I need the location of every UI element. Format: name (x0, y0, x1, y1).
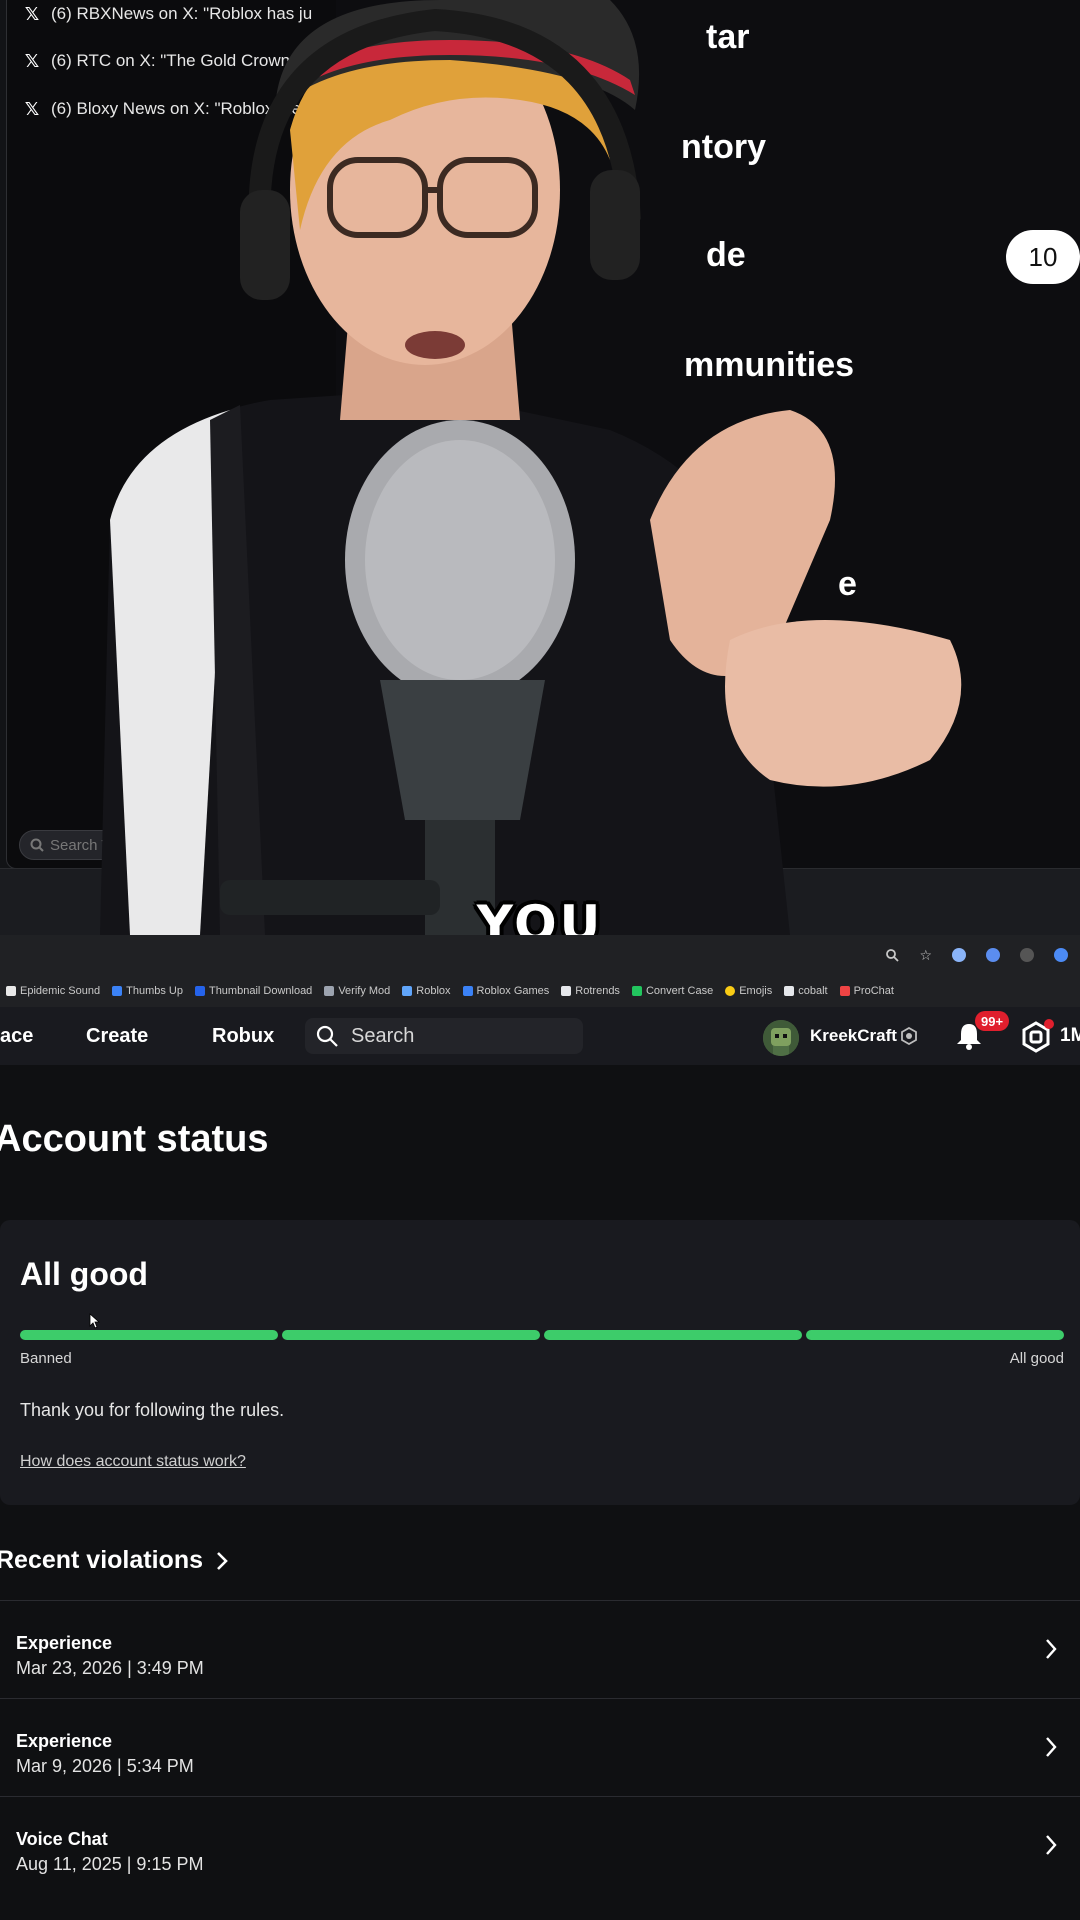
meter-label-all-good: All good (1009, 1350, 1064, 1367)
robux-balance[interactable]: 1M (1060, 1007, 1080, 1065)
bookmark-item[interactable]: Thumbnail Download (194, 985, 313, 997)
bookmark-label: ProChat (853, 985, 894, 997)
search-icon (30, 838, 44, 852)
bookmark-label: Thumbnail Download (208, 985, 313, 997)
violations-list: Experience Mar 23, 2026 | 3:49 PM Experi… (0, 1600, 1080, 1894)
bookmark-icon (561, 986, 572, 996)
recent-violations-title: Recent violations (0, 1546, 203, 1574)
notification-count-badge: 99+ (975, 1011, 1010, 1031)
bookmark-icon (194, 986, 205, 996)
violation-date: Aug 11, 2025 | 9:15 PM (16, 1854, 204, 1874)
emoji-icon (725, 986, 736, 996)
search-input[interactable] (349, 1023, 553, 1049)
violation-row[interactable]: Experience Mar 9, 2026 | 5:34 PM (0, 1698, 1080, 1796)
x-logo-icon: 𝕏 (24, 98, 40, 119)
violation-row[interactable]: Experience Mar 23, 2026 | 3:49 PM (0, 1600, 1080, 1698)
meter-segment (544, 1330, 802, 1340)
bookmark-icon (112, 986, 123, 996)
bookmark-label: Emojis (739, 985, 773, 997)
status-message: Thank you for following the rules. (20, 1400, 285, 1420)
chevron-right-icon (217, 1551, 228, 1570)
avatar[interactable] (763, 1020, 799, 1056)
meter-label-banned: Banned (20, 1350, 72, 1367)
chevron-right-icon (1046, 1835, 1057, 1855)
avatar-image (763, 1020, 799, 1056)
bookmark-item[interactable]: Convert Case (631, 985, 714, 997)
bookmark-label: Verify Mod (338, 985, 391, 997)
webcam-feed (100, 0, 962, 935)
x-logo-icon: 𝕏 (24, 50, 40, 71)
bookmark-icon (402, 986, 413, 996)
account-status-help-link[interactable]: How does account status work? (20, 1453, 246, 1471)
meter-segment (282, 1330, 540, 1340)
extension-icon[interactable] (1020, 948, 1034, 962)
browser-chrome: ☆ Epidemic Sound Thumbs Up Thumbnail Dow… (0, 935, 1080, 1007)
bookmark-item[interactable]: ProChat (839, 985, 894, 997)
chevron-right-icon (1046, 1639, 1057, 1659)
mouse-cursor-icon (89, 1313, 101, 1329)
status-level-meter (20, 1330, 1064, 1340)
bookmark-star-icon[interactable]: ☆ (919, 947, 932, 964)
bookmark-item[interactable]: Roblox Games (462, 985, 550, 997)
violation-date: Mar 9, 2026 | 5:34 PM (16, 1756, 194, 1776)
recent-violations-header[interactable]: Recent violations (0, 1546, 229, 1575)
status-heading: All good (20, 1256, 148, 1292)
meter-segment (806, 1330, 1064, 1340)
bookmark-icon (6, 986, 16, 996)
bookmark-item[interactable]: Emojis (725, 985, 772, 997)
violation-type: Experience (16, 1633, 113, 1653)
nav-marketplace[interactable]: ace (0, 1007, 33, 1065)
bookmark-label: Roblox (416, 985, 451, 997)
bookmark-icon (631, 986, 642, 996)
bookmark-icon (462, 986, 473, 996)
search-box[interactable] (305, 1018, 583, 1054)
top-navigation: ace Create Robux KreekCraft 99+ 1M (0, 1007, 1080, 1065)
violation-type: Voice Chat (16, 1829, 108, 1849)
bookmark-item[interactable]: Rotrends (561, 985, 620, 997)
premium-icon (901, 1027, 917, 1045)
page-title: Account status (0, 1118, 269, 1160)
bookmark-item[interactable]: cobalt (784, 985, 828, 997)
x-logo-icon: 𝕏 (24, 3, 40, 24)
bookmark-item[interactable]: Epidemic Sound (6, 985, 100, 997)
bookmark-item[interactable]: Roblox (402, 985, 451, 997)
stream-overlay: 𝕏 (6) RBXNews on X: "Roblox has ju 𝕏 (6)… (0, 0, 1080, 935)
bookmark-label: Convert Case (645, 985, 714, 997)
violation-type: Experience (16, 1731, 113, 1751)
bookmark-label: Thumbs Up (126, 985, 183, 997)
meter-segment (20, 1330, 278, 1340)
bookmark-label: Roblox Games (476, 985, 550, 997)
robux-alert-dot (1044, 1019, 1054, 1029)
violation-date: Mar 23, 2026 | 3:49 PM (16, 1658, 204, 1678)
bookmark-label: Epidemic Sound (20, 985, 101, 997)
bookmark-label: cobalt (798, 985, 828, 997)
bookmarks-bar: Epidemic Sound Thumbs Up Thumbnail Downl… (0, 975, 1080, 1007)
extension-icon[interactable] (1054, 948, 1068, 962)
nav-robux[interactable]: Robux (212, 1007, 274, 1065)
chevron-right-icon (1046, 1737, 1057, 1757)
browser-toolbar: ☆ (0, 935, 1080, 975)
bookmark-icon (784, 986, 795, 996)
bookmark-item[interactable]: Verify Mod (324, 985, 390, 997)
video-caption: YOU (476, 895, 604, 935)
folder-icon (324, 986, 335, 996)
zoom-icon[interactable] (885, 948, 900, 962)
username-label[interactable]: KreekCraft (810, 1007, 897, 1065)
bookmark-item[interactable]: Thumbs Up (112, 985, 183, 997)
extension-icon[interactable] (952, 948, 966, 962)
search-icon (316, 1025, 338, 1047)
nav-create[interactable]: Create (86, 1007, 148, 1065)
bookmark-label: Rotrends (575, 985, 620, 997)
violation-row[interactable]: Voice Chat Aug 11, 2025 | 9:15 PM (0, 1796, 1080, 1894)
bookmark-icon (839, 986, 850, 996)
extension-icon[interactable] (986, 948, 1000, 962)
